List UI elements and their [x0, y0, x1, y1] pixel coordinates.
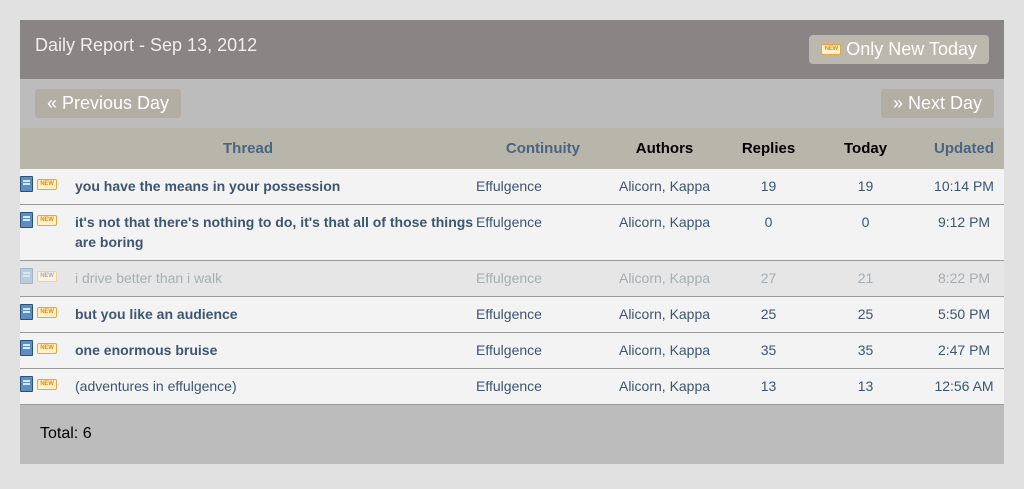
- replies-count[interactable]: 27: [730, 261, 807, 297]
- new-badge-icon[interactable]: NEW: [37, 271, 57, 282]
- author-separator: ,: [661, 306, 670, 322]
- book-icon[interactable]: [20, 176, 33, 192]
- column-header-authors: Authors: [635, 140, 694, 157]
- updated-time: 12:56 AM: [934, 378, 994, 394]
- book-icon[interactable]: [20, 304, 33, 320]
- author-separator: ,: [661, 342, 670, 358]
- authors-cell: Alicorn, Kappa: [599, 205, 730, 261]
- threads-table: Thread Continuity Authors Replies Today …: [20, 128, 1005, 405]
- today-count[interactable]: 35: [807, 333, 924, 369]
- continuity-link[interactable]: Effulgence: [476, 205, 599, 261]
- today-count[interactable]: 25: [807, 297, 924, 333]
- author-link[interactable]: Alicorn: [619, 378, 662, 394]
- report-footer: Total: 6: [20, 405, 1004, 464]
- author-link[interactable]: Alicorn: [619, 306, 662, 322]
- row-icons: NEW: [20, 333, 75, 369]
- table-row: NEW (adventures in effulgence) Effulgence A…: [20, 368, 1005, 405]
- column-header-continuity[interactable]: Continuity: [476, 128, 599, 169]
- continuity-link[interactable]: Effulgence: [476, 333, 599, 369]
- table-row: NEW it's not that there's nothing to do, …: [20, 204, 1005, 261]
- table-header-row: Thread Continuity Authors Replies Today …: [20, 128, 1005, 169]
- page-title: Daily Report - Sep 13, 2012: [35, 35, 258, 55]
- author-link[interactable]: Alicorn: [619, 342, 662, 358]
- replies-count[interactable]: 13: [730, 369, 807, 405]
- replies-count[interactable]: 19: [730, 169, 807, 205]
- thread-title-link[interactable]: but you like an audience: [75, 297, 476, 333]
- new-badge-icon[interactable]: NEW: [37, 179, 57, 190]
- column-header-today: Today: [843, 140, 888, 157]
- total-count: Total: 6: [40, 425, 92, 442]
- table-row: NEW but you like an audience Effulgence Ali…: [20, 296, 1005, 333]
- today-count[interactable]: 13: [807, 369, 924, 405]
- new-badge-icon[interactable]: NEW: [37, 215, 57, 226]
- author-link[interactable]: Kappa: [670, 306, 710, 322]
- thread-title-link[interactable]: (adventures in effulgence): [75, 369, 476, 405]
- day-navigation: « Previous Day » Next Day: [20, 79, 1004, 128]
- author-link[interactable]: Kappa: [670, 342, 710, 358]
- row-icons: NEW: [20, 169, 75, 205]
- row-icons: NEW: [20, 261, 75, 297]
- replies-count[interactable]: 25: [730, 297, 807, 333]
- author-link[interactable]: Alicorn: [619, 214, 662, 230]
- updated-time: 10:14 PM: [934, 178, 994, 194]
- column-header-thread[interactable]: Thread: [20, 128, 476, 169]
- replies-count[interactable]: 0: [730, 205, 807, 261]
- replies-count[interactable]: 35: [730, 333, 807, 369]
- row-icons: NEW: [20, 297, 75, 333]
- previous-day-button[interactable]: « Previous Day: [35, 89, 182, 118]
- continuity-link[interactable]: Effulgence: [476, 369, 599, 405]
- thread-title-link[interactable]: you have the means in your possession: [75, 169, 476, 205]
- continuity-link[interactable]: Effulgence: [476, 169, 599, 205]
- author-separator: ,: [661, 178, 670, 194]
- author-link[interactable]: Kappa: [670, 378, 710, 394]
- updated-time: 9:12 PM: [937, 214, 991, 230]
- table-row: NEW one enormous bruise Effulgence Alicorn,…: [20, 332, 1005, 369]
- author-link[interactable]: Alicorn: [619, 270, 662, 286]
- author-separator: ,: [661, 270, 670, 286]
- next-day-button[interactable]: » Next Day: [880, 89, 994, 118]
- authors-cell: Alicorn, Kappa: [599, 169, 730, 205]
- book-icon[interactable]: [20, 212, 33, 228]
- authors-cell: Alicorn, Kappa: [599, 369, 730, 405]
- book-icon[interactable]: [20, 376, 33, 392]
- author-link[interactable]: Alicorn: [619, 178, 662, 194]
- today-count[interactable]: 0: [807, 205, 924, 261]
- thread-title-link[interactable]: one enormous bruise: [75, 333, 476, 369]
- column-header-updated[interactable]: Updated: [924, 128, 1004, 169]
- authors-cell: Alicorn, Kappa: [599, 261, 730, 297]
- author-separator: ,: [661, 214, 670, 230]
- column-header-replies: Replies: [741, 140, 796, 157]
- new-badge-icon: NEW: [821, 44, 842, 55]
- author-link[interactable]: Kappa: [670, 270, 710, 286]
- thread-title-link[interactable]: i drive better than i walk: [75, 261, 476, 297]
- continuity-link[interactable]: Effulgence: [476, 261, 599, 297]
- author-link[interactable]: Kappa: [670, 178, 710, 194]
- book-icon[interactable]: [20, 268, 33, 284]
- authors-cell: Alicorn, Kappa: [599, 333, 730, 369]
- new-badge-icon[interactable]: NEW: [37, 379, 57, 390]
- only-new-today-label: Only New Today: [846, 39, 977, 59]
- updated-time: 5:50 PM: [937, 306, 991, 322]
- updated-time: 2:47 PM: [937, 342, 991, 358]
- row-icons: NEW: [20, 205, 75, 261]
- book-icon[interactable]: [20, 340, 33, 356]
- thread-title-link[interactable]: it's not that there's nothing to do, it'…: [75, 205, 476, 261]
- report-header: Daily Report - Sep 13, 2012 NEW Only New…: [20, 20, 1004, 79]
- today-count[interactable]: 21: [807, 261, 924, 297]
- continuity-link[interactable]: Effulgence: [476, 297, 599, 333]
- authors-cell: Alicorn, Kappa: [599, 297, 730, 333]
- new-badge-icon[interactable]: NEW: [37, 343, 57, 354]
- table-row: NEW you have the means in your possession…: [20, 169, 1005, 205]
- author-separator: ,: [661, 378, 670, 394]
- daily-report-panel: Daily Report - Sep 13, 2012 NEW Only New…: [20, 20, 1005, 464]
- author-link[interactable]: Kappa: [670, 214, 710, 230]
- new-badge-icon[interactable]: NEW: [37, 307, 57, 318]
- thread-rows: NEW you have the means in your possession…: [20, 169, 1005, 405]
- today-count[interactable]: 19: [807, 169, 924, 205]
- updated-time: 8:22 PM: [937, 270, 991, 286]
- table-row: NEW i drive better than i walk Effulgence A…: [20, 260, 1005, 297]
- only-new-today-button[interactable]: NEW Only New Today: [809, 35, 989, 64]
- row-icons: NEW: [20, 369, 75, 405]
